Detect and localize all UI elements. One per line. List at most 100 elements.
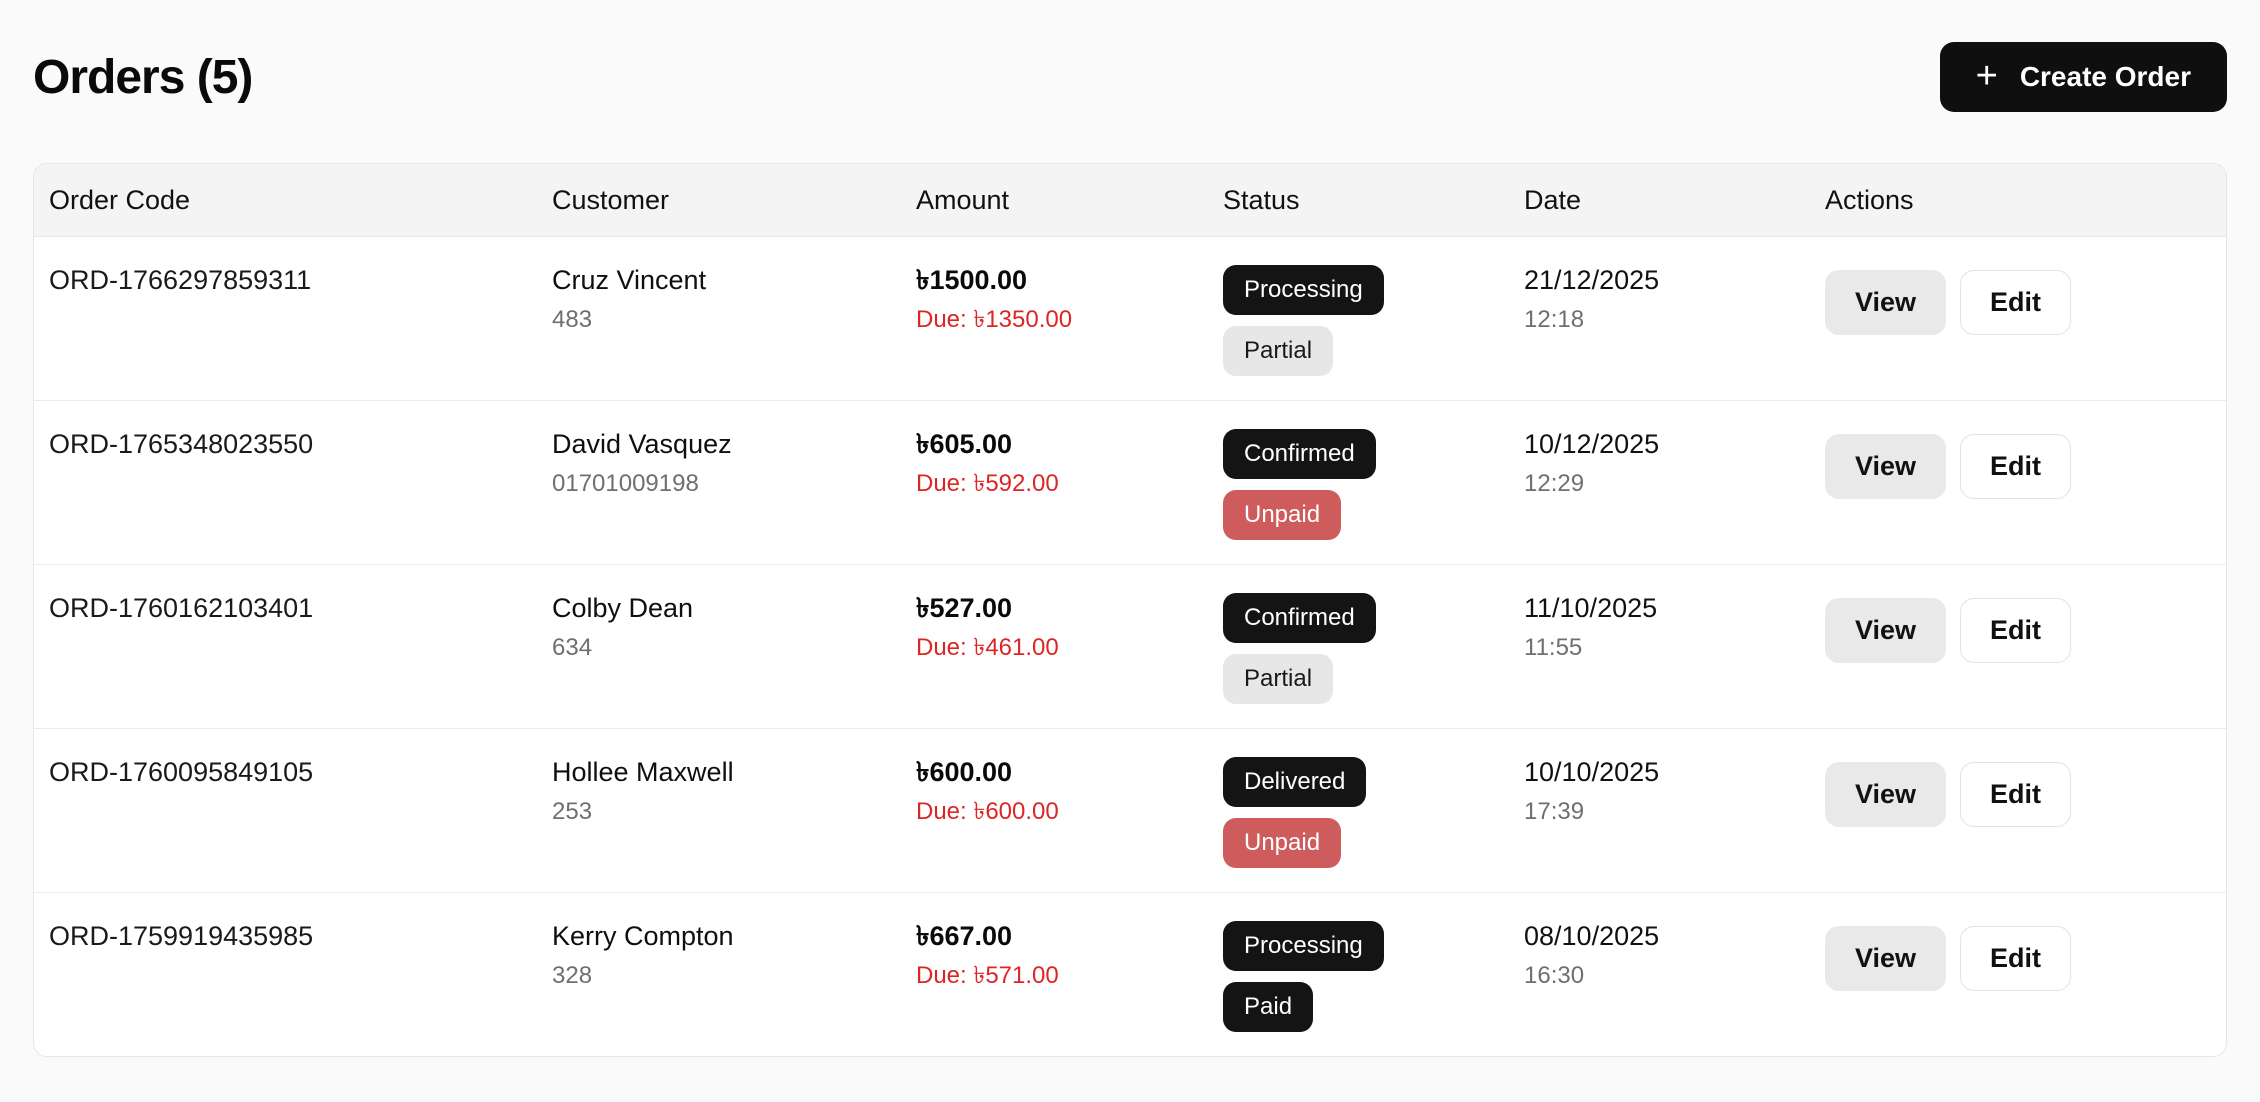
status-cell: Confirmed Partial xyxy=(1223,593,1524,704)
table-body: ORD-1766297859311 Cruz Vincent 483 ৳1500… xyxy=(34,237,2226,1056)
orders-page: Orders (5) + Create Order Order Code Cus… xyxy=(0,0,2260,1057)
status-cell: Processing Partial xyxy=(1223,265,1524,376)
column-header-order-code: Order Code xyxy=(49,185,552,216)
customer-phone: 483 xyxy=(552,305,916,335)
amount-cell: ৳600.00 Due: ৳600.00 xyxy=(916,755,1223,868)
customer-cell: Hollee Maxwell 253 xyxy=(552,755,916,868)
edit-button[interactable]: Edit xyxy=(1960,598,2071,663)
order-date: 08/10/2025 xyxy=(1524,919,1825,953)
customer-phone: 328 xyxy=(552,961,916,991)
order-due-amount: Due: ৳571.00 xyxy=(916,961,1223,991)
table-row: ORD-1759919435985 Kerry Compton 328 ৳667… xyxy=(34,893,2226,1056)
orders-table: Order Code Customer Amount Status Date A… xyxy=(33,163,2227,1057)
status-cell: Delivered Unpaid xyxy=(1223,757,1524,868)
create-order-label: Create Order xyxy=(2020,61,2191,93)
status-badge: Processing xyxy=(1223,265,1384,315)
create-order-button[interactable]: + Create Order xyxy=(1940,42,2227,112)
customer-cell: David Vasquez 01701009198 xyxy=(552,427,916,540)
order-due-amount: Due: ৳600.00 xyxy=(916,797,1223,827)
date-cell: 08/10/2025 16:30 xyxy=(1524,919,1825,1032)
actions-cell: View Edit xyxy=(1825,598,2226,704)
order-code: ORD-1760162103401 xyxy=(49,591,552,704)
column-header-customer: Customer xyxy=(552,185,916,216)
table-header-row: Order Code Customer Amount Status Date A… xyxy=(34,164,2226,237)
customer-name: Kerry Compton xyxy=(552,919,916,953)
actions-cell: View Edit xyxy=(1825,762,2226,868)
order-amount: ৳667.00 xyxy=(916,919,1223,953)
customer-name: Cruz Vincent xyxy=(552,263,916,297)
edit-button[interactable]: Edit xyxy=(1960,762,2071,827)
actions-cell: View Edit xyxy=(1825,926,2226,1032)
order-time: 12:18 xyxy=(1524,305,1825,335)
column-header-amount: Amount xyxy=(916,185,1223,216)
view-button[interactable]: View xyxy=(1825,762,1946,827)
order-date: 11/10/2025 xyxy=(1524,591,1825,625)
edit-button[interactable]: Edit xyxy=(1960,926,2071,991)
customer-phone: 01701009198 xyxy=(552,469,916,499)
order-date: 10/12/2025 xyxy=(1524,427,1825,461)
order-code: ORD-1760095849105 xyxy=(49,755,552,868)
customer-phone: 634 xyxy=(552,633,916,663)
payment-badge: Partial xyxy=(1223,654,1333,704)
amount-cell: ৳667.00 Due: ৳571.00 xyxy=(916,919,1223,1032)
status-badge: Processing xyxy=(1223,921,1384,971)
status-badge: Delivered xyxy=(1223,757,1366,807)
order-time: 17:39 xyxy=(1524,797,1825,827)
date-cell: 11/10/2025 11:55 xyxy=(1524,591,1825,704)
page-header: Orders (5) + Create Order xyxy=(33,0,2227,112)
payment-badge: Unpaid xyxy=(1223,490,1341,540)
edit-button[interactable]: Edit xyxy=(1960,270,2071,335)
status-badge: Confirmed xyxy=(1223,429,1376,479)
customer-phone: 253 xyxy=(552,797,916,827)
order-amount: ৳1500.00 xyxy=(916,263,1223,297)
edit-button[interactable]: Edit xyxy=(1960,434,2071,499)
status-cell: Confirmed Unpaid xyxy=(1223,429,1524,540)
plus-icon: + xyxy=(1976,57,1998,95)
column-header-date: Date xyxy=(1524,185,1825,216)
date-cell: 10/10/2025 17:39 xyxy=(1524,755,1825,868)
actions-cell: View Edit xyxy=(1825,434,2226,540)
order-due-amount: Due: ৳1350.00 xyxy=(916,305,1223,335)
payment-badge: Unpaid xyxy=(1223,818,1341,868)
customer-name: Hollee Maxwell xyxy=(552,755,916,789)
payment-badge: Partial xyxy=(1223,326,1333,376)
order-due-amount: Due: ৳461.00 xyxy=(916,633,1223,663)
order-amount: ৳600.00 xyxy=(916,755,1223,789)
table-row: ORD-1765348023550 David Vasquez 01701009… xyxy=(34,401,2226,565)
customer-cell: Colby Dean 634 xyxy=(552,591,916,704)
order-date: 21/12/2025 xyxy=(1524,263,1825,297)
date-cell: 21/12/2025 12:18 xyxy=(1524,263,1825,376)
view-button[interactable]: View xyxy=(1825,434,1946,499)
page-title: Orders (5) xyxy=(33,50,252,105)
view-button[interactable]: View xyxy=(1825,926,1946,991)
order-code: ORD-1766297859311 xyxy=(49,263,552,376)
table-row: ORD-1760095849105 Hollee Maxwell 253 ৳60… xyxy=(34,729,2226,893)
actions-cell: View Edit xyxy=(1825,270,2226,376)
column-header-status: Status xyxy=(1223,185,1524,216)
order-amount: ৳605.00 xyxy=(916,427,1223,461)
table-row: ORD-1766297859311 Cruz Vincent 483 ৳1500… xyxy=(34,237,2226,401)
status-badge: Confirmed xyxy=(1223,593,1376,643)
customer-name: Colby Dean xyxy=(552,591,916,625)
view-button[interactable]: View xyxy=(1825,270,1946,335)
date-cell: 10/12/2025 12:29 xyxy=(1524,427,1825,540)
amount-cell: ৳527.00 Due: ৳461.00 xyxy=(916,591,1223,704)
order-due-amount: Due: ৳592.00 xyxy=(916,469,1223,499)
order-time: 11:55 xyxy=(1524,633,1825,663)
amount-cell: ৳1500.00 Due: ৳1350.00 xyxy=(916,263,1223,376)
order-date: 10/10/2025 xyxy=(1524,755,1825,789)
customer-cell: Cruz Vincent 483 xyxy=(552,263,916,376)
view-button[interactable]: View xyxy=(1825,598,1946,663)
order-code: ORD-1759919435985 xyxy=(49,919,552,1032)
order-time: 12:29 xyxy=(1524,469,1825,499)
order-code: ORD-1765348023550 xyxy=(49,427,552,540)
customer-name: David Vasquez xyxy=(552,427,916,461)
column-header-actions: Actions xyxy=(1825,185,2226,216)
customer-cell: Kerry Compton 328 xyxy=(552,919,916,1032)
status-cell: Processing Paid xyxy=(1223,921,1524,1032)
payment-badge: Paid xyxy=(1223,982,1313,1032)
order-time: 16:30 xyxy=(1524,961,1825,991)
order-amount: ৳527.00 xyxy=(916,591,1223,625)
table-row: ORD-1760162103401 Colby Dean 634 ৳527.00… xyxy=(34,565,2226,729)
amount-cell: ৳605.00 Due: ৳592.00 xyxy=(916,427,1223,540)
